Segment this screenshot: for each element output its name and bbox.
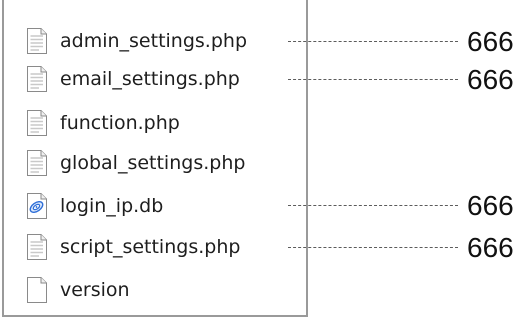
file-name: global_settings.php — [60, 151, 246, 174]
file-name: script_settings.php — [60, 235, 241, 258]
document-icon — [27, 234, 47, 260]
permission-label: 666 — [467, 232, 514, 263]
file-name: version — [60, 278, 130, 301]
file-item-version[interactable]: version — [26, 273, 130, 307]
file-item-email-settings[interactable]: email_settings.php — [26, 62, 240, 96]
permission-label: 666 — [467, 64, 514, 95]
leader-line — [288, 247, 458, 248]
document-icon — [27, 66, 47, 92]
file-name: function.php — [60, 111, 180, 134]
file-item-admin-settings[interactable]: admin_settings.php — [26, 24, 247, 58]
permission-label: 666 — [467, 26, 514, 57]
document-icon — [27, 110, 47, 136]
document-icon — [27, 28, 47, 54]
leader-line — [288, 79, 458, 80]
file-item-function[interactable]: function.php — [26, 106, 180, 140]
leader-line — [288, 205, 458, 206]
file-name: login_ip.db — [60, 194, 164, 217]
blank-file-icon — [27, 277, 47, 303]
file-item-login-ip[interactable]: login_ip.db — [26, 189, 163, 223]
file-list-panel: admin_settings.php email_settings.php fu… — [2, 0, 308, 317]
document-icon — [27, 150, 47, 176]
database-file-icon — [27, 193, 47, 219]
leader-line — [288, 41, 458, 42]
file-name: admin_settings.php — [60, 29, 248, 52]
file-item-global-settings[interactable]: global_settings.php — [26, 146, 245, 180]
file-name: email_settings.php — [60, 67, 240, 90]
permission-label: 666 — [467, 190, 514, 221]
file-item-script-settings[interactable]: script_settings.php — [26, 230, 240, 264]
